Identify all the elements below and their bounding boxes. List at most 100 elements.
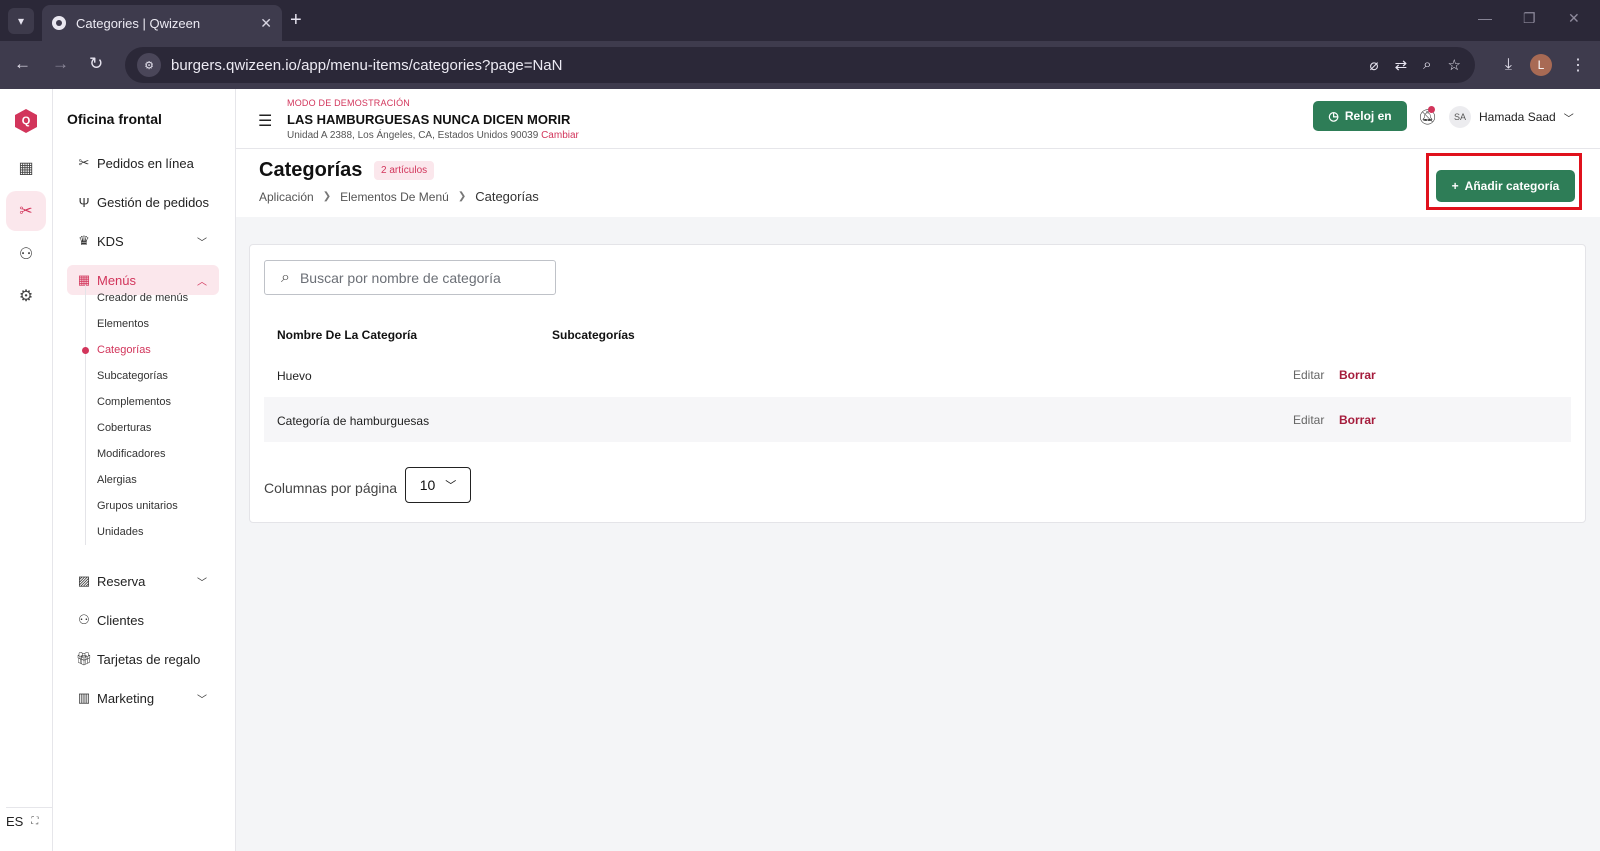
users-icon: ⚇ — [78, 612, 90, 627]
tab-title: Categories | Qwizeen — [76, 15, 201, 31]
star-icon[interactable]: ☆ — [1448, 56, 1461, 74]
menu-icon[interactable]: ✂ — [6, 191, 46, 231]
change-store-link[interactable]: Cambiar — [541, 130, 579, 141]
submenu-item-items[interactable]: Elementos — [86, 311, 215, 337]
clock-in-label: Reloj en — [1344, 109, 1392, 123]
submenu-item-addons[interactable]: Complementos — [86, 389, 215, 415]
notifications-off-icon[interactable]: 🔕︎ — [1418, 106, 1437, 126]
close-tab-icon[interactable]: ✕ — [260, 15, 272, 32]
add-category-button[interactable]: + Añadir categoría — [1436, 170, 1575, 202]
favicon-icon — [52, 16, 66, 30]
dashboard-icon[interactable]: ▦ — [6, 148, 46, 188]
column-header-subcategories: Subcategorías — [552, 328, 635, 342]
site-info-icon[interactable]: ⚙ — [137, 53, 161, 77]
demo-mode-label: MODO DE DEMOSTRACIÓN — [287, 98, 411, 108]
close-window-icon[interactable]: ✕ — [1568, 10, 1580, 27]
rows-per-page-value: 10 — [419, 477, 436, 493]
location-off-icon[interactable]: ⌀ — [1370, 56, 1379, 74]
menus-submenu: Creador de menús Elementos Categorías Su… — [82, 285, 215, 545]
breadcrumb-current: Categorías — [475, 189, 539, 204]
restore-icon[interactable]: ❐ — [1523, 10, 1536, 27]
address-bar[interactable]: ⚙ burgers.qwizeen.io/app/menu-items/cate… — [125, 47, 1475, 83]
bar-chart-icon: ▥ — [77, 690, 91, 705]
translate-icon[interactable]: ⇄ — [1395, 56, 1408, 74]
delete-button[interactable]: Borrar — [1339, 368, 1376, 382]
sidebar-item-label: Clientes — [97, 612, 144, 628]
language-switcher[interactable]: ES ⛶ — [6, 807, 52, 829]
active-dot — [82, 347, 89, 354]
new-tab-icon[interactable]: + — [290, 9, 302, 31]
chevron-down-icon: ﹀ — [445, 480, 457, 492]
submenu-item-subcategories[interactable]: Subcategorías — [86, 363, 215, 389]
sidebar-item-label: Marketing — [97, 690, 155, 706]
forward-icon[interactable]: → — [52, 54, 69, 74]
tab-search-button[interactable]: ▾ — [8, 8, 34, 34]
browser-tab-bar: ▾ Categories | Qwizeen ✕ + — ❐ ✕ — [0, 0, 1600, 41]
sidebar-item-label: Reserva — [97, 573, 146, 589]
submenu-item-unit-groups[interactable]: Grupos unitarios — [86, 493, 215, 519]
breadcrumb-app[interactable]: Aplicación — [259, 190, 314, 204]
download-icon[interactable]: ⤓ — [1505, 56, 1512, 74]
chevron-down-icon: ﹀ — [197, 577, 207, 589]
minimize-icon[interactable]: — — [1478, 10, 1492, 26]
settings-icon[interactable]: ⚙ — [6, 276, 46, 316]
icon-rail: Q ▦ ✂ ⚇ ⚙ ES ⛶ — [0, 89, 53, 851]
hamburger-menu-icon[interactable]: ☰ — [258, 111, 272, 131]
zoom-icon[interactable]: ⌕ — [1423, 56, 1431, 74]
search-box[interactable]: ⌕ — [264, 260, 556, 295]
sidebar-item-marketing[interactable]: ▥ Marketing ﹀ — [67, 683, 219, 713]
sidebar-item-kds[interactable]: ♛ KDS ﹀ — [67, 226, 219, 256]
edit-button[interactable]: Editar — [1293, 413, 1324, 427]
sidebar-item-label: KDS — [97, 233, 124, 249]
clock-icon: ◷ — [1328, 109, 1339, 123]
category-name: Huevo — [277, 369, 312, 383]
language-code: ES — [6, 814, 24, 829]
browser-tab[interactable]: Categories | Qwizeen ✕ — [42, 5, 282, 41]
submenu-item-categories[interactable]: Categorías — [82, 337, 215, 363]
sidebar-item-customers[interactable]: ⚇ Clientes — [67, 605, 219, 635]
browser-toolbar: ← → ↻ ⚙ burgers.qwizeen.io/app/menu-item… — [0, 41, 1600, 89]
submenu-item-toppings[interactable]: Coberturas — [86, 415, 215, 441]
sidebar-item-gift-cards[interactable]: 🎁︎ Tarjetas de regalo — [67, 644, 219, 674]
chevron-down-icon: ﹀ — [197, 694, 207, 706]
table-icon: ▨ — [77, 573, 91, 588]
user-name: Hamada Saad — [1479, 110, 1556, 124]
page-header: Categorías 2 artículos Aplicación ❯ Elem… — [236, 149, 1600, 217]
chevron-down-icon: ﹀ — [1563, 113, 1574, 125]
submenu-item-modifiers[interactable]: Modificadores — [86, 441, 215, 467]
clock-in-button[interactable]: ◷ Reloj en — [1313, 101, 1407, 131]
reload-icon[interactable]: ↻ — [89, 54, 103, 74]
delete-button[interactable]: Borrar — [1339, 413, 1376, 427]
table-row: Huevo Editar Borrar — [264, 352, 1571, 397]
add-category-label: Añadir categoría — [1464, 179, 1560, 193]
highlight-box: + Añadir categoría — [1426, 153, 1582, 210]
rows-per-page-select[interactable]: 10 ﹀ — [405, 467, 471, 503]
user-menu[interactable]: SA Hamada Saad ﹀ — [1449, 106, 1574, 128]
profile-avatar[interactable]: L — [1530, 54, 1552, 76]
edit-button[interactable]: Editar — [1293, 368, 1324, 382]
store-address: Unidad A 2388, Los Ángeles, CA, Estados … — [287, 130, 579, 141]
org-icon[interactable]: ⚇ — [6, 234, 46, 274]
submenu-item-menu-builder[interactable]: Creador de menús — [86, 285, 215, 311]
chevron-down-icon: ▾ — [17, 14, 25, 28]
omnibox-actions: ⌀ ⇄ ⌕ ☆ — [1370, 56, 1461, 74]
url-text[interactable]: burgers.qwizeen.io/app/menu-items/catego… — [171, 57, 562, 74]
more-menu-icon[interactable]: ⋮ — [1570, 55, 1586, 75]
count-badge: 2 artículos — [374, 161, 435, 180]
back-icon[interactable]: ← — [14, 54, 31, 74]
submenu-item-allergies[interactable]: Alergias — [86, 467, 215, 493]
breadcrumb-menu-items[interactable]: Elementos De Menú — [340, 190, 449, 204]
search-input[interactable] — [299, 269, 540, 286]
submenu-item-units[interactable]: Unidades — [86, 519, 215, 545]
chef-hat-icon: ♛ — [78, 233, 90, 248]
search-icon: ⌕ — [281, 268, 290, 286]
plus-icon: + — [1451, 179, 1459, 193]
chevron-right-icon: ❯ — [457, 191, 467, 202]
sidebar-item-reservation[interactable]: ▨ Reserva ﹀ — [67, 566, 219, 596]
sidebar-item-online-orders[interactable]: ✂ Pedidos en línea — [67, 148, 219, 178]
table-row: Categoría de hamburguesas Editar Borrar — [264, 397, 1571, 442]
utensils-icon: Ψ — [78, 194, 90, 210]
sidebar-item-order-management[interactable]: Ψ Gestión de pedidos — [67, 187, 219, 217]
store-name: LAS HAMBURGUESAS NUNCA DICEN MORIR — [287, 112, 571, 127]
app-logo[interactable]: Q — [15, 109, 37, 133]
